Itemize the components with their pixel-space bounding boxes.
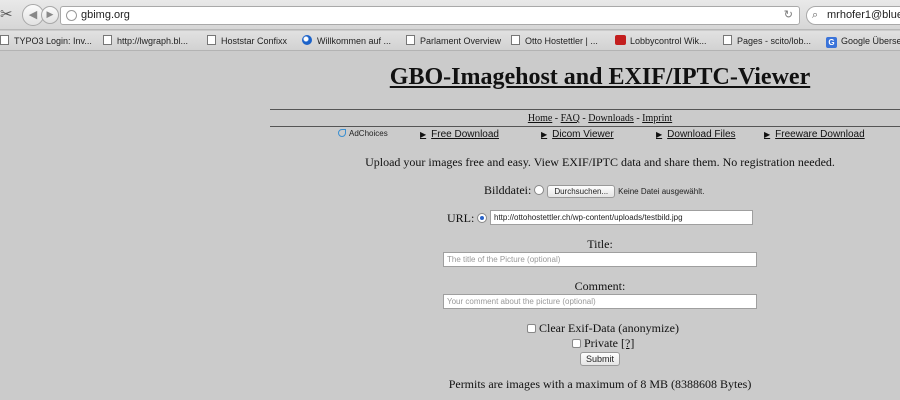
file-radio[interactable] bbox=[534, 185, 545, 195]
url-radio[interactable] bbox=[477, 213, 488, 223]
ad-link-download-files[interactable]: ▶ Download Files bbox=[656, 129, 736, 140]
bookmark-parlament[interactable]: Parlament Overview bbox=[406, 34, 501, 48]
bookmark-google-translate[interactable]: G Google Übersetz bbox=[826, 34, 900, 48]
page-icon bbox=[406, 35, 415, 45]
private-label: Private bbox=[584, 336, 618, 350]
file-label: Bilddatei: bbox=[484, 183, 532, 197]
play-arrow-icon: ▶ bbox=[656, 130, 663, 139]
scissors-icon[interactable]: ✂ bbox=[0, 4, 16, 24]
file-upload-row: Bilddatei: Durchsuchen... Keine Datei au… bbox=[484, 183, 704, 198]
adchoices-icon bbox=[338, 129, 346, 137]
page-icon bbox=[207, 35, 216, 45]
page-icon bbox=[0, 35, 9, 45]
bookmark-lwgraph[interactable]: http://lwgraph.bl... bbox=[103, 34, 188, 48]
ad-link-dicom-viewer[interactable]: ▶ Dicom Viewer bbox=[541, 129, 614, 140]
ad-link-freeware-download[interactable]: ▶ Freeware Download bbox=[764, 129, 865, 140]
title-input[interactable]: The title of the Picture (optional) bbox=[443, 252, 757, 267]
submit-row: Submit bbox=[580, 351, 621, 366]
menu-imprint-link[interactable]: Imprint bbox=[642, 113, 672, 124]
bookmark-typo3[interactable]: TYPO3 Login: Inv... bbox=[0, 34, 92, 48]
private-checkbox[interactable] bbox=[572, 339, 581, 348]
url-input[interactable]: http://ottohostettler.ch/wp-content/uplo… bbox=[490, 210, 753, 225]
browse-button[interactable]: Durchsuchen... bbox=[547, 185, 616, 198]
bookmark-label: Pages - scito/lob... bbox=[737, 36, 812, 46]
bookmark-label: Otto Hostettler | ... bbox=[525, 36, 598, 46]
clear-exif-checkbox[interactable] bbox=[527, 324, 536, 333]
intro-text: Upload your images free and easy. View E… bbox=[365, 155, 835, 169]
address-bar[interactable]: gbimg.org ↻ bbox=[60, 6, 800, 25]
comment-label: Comment: bbox=[574, 279, 626, 293]
search-bar[interactable]: ⌕ mrhofer1@bluewi bbox=[806, 6, 900, 25]
lobbycontrol-icon bbox=[615, 35, 626, 45]
search-text[interactable]: mrhofer1@bluewi bbox=[827, 9, 900, 21]
menu-separator: - bbox=[579, 113, 589, 124]
bookmark-pages[interactable]: Pages - scito/lob... bbox=[723, 34, 811, 48]
bookmark-label: Willkommen auf ... bbox=[317, 36, 392, 46]
reload-icon[interactable]: ↻ bbox=[784, 8, 793, 21]
bookmarks-bar: TYPO3 Login: Inv... http://lwgraph.bl...… bbox=[0, 31, 900, 51]
ad-link-label: Download Files bbox=[667, 129, 736, 140]
page-icon bbox=[103, 35, 112, 45]
menu-separator: - bbox=[633, 113, 643, 124]
ad-link-label: Freeware Download bbox=[775, 129, 865, 140]
bookmark-label: Hoststar Confixx bbox=[221, 36, 288, 46]
bookmark-label: http://lwgraph.bl... bbox=[117, 36, 189, 46]
ad-link-label: Free Download bbox=[431, 129, 499, 140]
ad-link-free-download[interactable]: ▶ Free Download bbox=[420, 129, 499, 140]
bookmark-hoststar[interactable]: Hoststar Confixx bbox=[207, 34, 287, 48]
bookmark-label: Parlament Overview bbox=[420, 36, 502, 46]
permit-text: Permits are images with a maximum of 8 M… bbox=[448, 377, 752, 391]
forward-arrow-icon[interactable]: ▶ bbox=[41, 6, 59, 24]
bookmark-label: Lobbycontrol Wik... bbox=[630, 36, 707, 46]
clear-exif-label: Clear Exif-Data (anonymize) bbox=[539, 321, 679, 335]
play-arrow-icon: ▶ bbox=[764, 130, 771, 139]
comment-input[interactable]: Your comment about the picture (optional… bbox=[443, 294, 757, 309]
ad-link-label: Dicom Viewer bbox=[552, 129, 614, 140]
private-row: Private [?] bbox=[572, 336, 634, 351]
site-menu: Home - FAQ - Downloads - Imprint bbox=[270, 113, 900, 124]
bookmark-lobbycontrol[interactable]: Lobbycontrol Wik... bbox=[615, 34, 707, 48]
bookmark-label: Google Übersetz bbox=[841, 36, 900, 46]
globe-icon bbox=[302, 35, 312, 45]
divider bbox=[270, 126, 900, 127]
url-row: URL: bbox=[447, 211, 488, 226]
browser-toolbar: ✂ ◀ ▶ gbimg.org ↻ ⌕ mrhofer1@bluewi bbox=[0, 0, 900, 30]
divider bbox=[270, 109, 900, 110]
bookmark-otto[interactable]: Otto Hostettler | ... bbox=[511, 34, 598, 48]
page-icon bbox=[511, 35, 520, 45]
bookmark-label: TYPO3 Login: Inv... bbox=[14, 36, 92, 46]
play-arrow-icon: ▶ bbox=[420, 130, 427, 139]
search-icon[interactable]: ⌕ bbox=[812, 8, 818, 22]
menu-downloads-link[interactable]: Downloads bbox=[588, 113, 634, 124]
menu-faq-link[interactable]: FAQ bbox=[561, 113, 580, 124]
url-label: URL: bbox=[447, 211, 475, 225]
no-file-text: Keine Datei ausgewählt. bbox=[618, 187, 705, 196]
title-label: Title: bbox=[587, 237, 613, 251]
page-title: GBO-Imagehost and EXIF/IPTC-Viewer bbox=[389, 64, 811, 90]
google-icon: G bbox=[826, 37, 837, 48]
site-identity-icon[interactable] bbox=[66, 10, 77, 21]
play-arrow-icon: ▶ bbox=[541, 130, 548, 139]
address-text[interactable]: gbimg.org bbox=[81, 9, 130, 21]
menu-separator: - bbox=[552, 113, 561, 124]
page-icon bbox=[723, 35, 732, 45]
submit-button[interactable]: Submit bbox=[580, 352, 621, 366]
clear-exif-row: Clear Exif-Data (anonymize) bbox=[527, 321, 679, 336]
private-help-link[interactable]: [?] bbox=[621, 336, 634, 350]
bookmark-willkommen[interactable]: Willkommen auf ... bbox=[302, 34, 391, 48]
menu-home-link[interactable]: Home bbox=[528, 113, 552, 124]
adchoices-link[interactable]: AdChoices bbox=[338, 129, 388, 138]
adchoices-label: AdChoices bbox=[349, 129, 388, 138]
ad-links-bar: AdChoices ▶ Free Download ▶ Dicom Viewer ▶… bbox=[270, 129, 900, 143]
